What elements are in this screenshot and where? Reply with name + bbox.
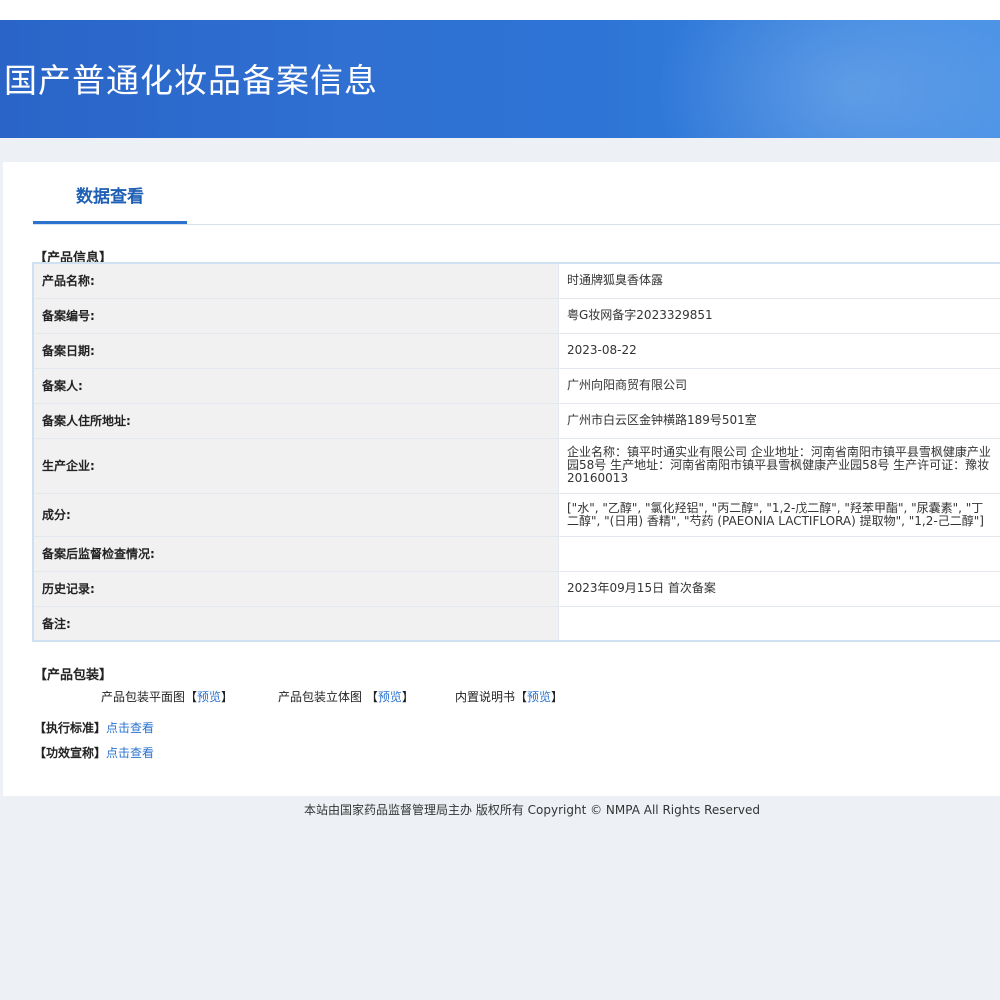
row-value: ["水", "乙醇", "氯化羟铝", "丙二醇", "1,2-戊二醇", "羟…: [567, 501, 984, 528]
row-value: [558, 536, 1000, 572]
row-label: 历史记录:: [33, 571, 559, 607]
packaging-heading: 【产品包装】: [34, 668, 113, 683]
row-label: 备注:: [33, 606, 559, 642]
row-label: 备案人住所地址:: [33, 403, 559, 439]
row-value: 时通牌狐臭香体露: [558, 263, 1000, 299]
preview-link-manual[interactable]: 预览: [527, 690, 551, 704]
table-row: 备注:: [33, 606, 1000, 642]
page-title: 国产普通化妆品备案信息: [4, 61, 378, 100]
efficacy-heading: 【功效宣称】: [34, 746, 107, 760]
packaging-item-flat: 产品包装平面图【预览】: [101, 688, 233, 705]
row-value: [558, 606, 1000, 642]
table-row: 成分: ["水", "乙醇", "氯化羟铝", "丙二醇", "1,2-戊二醇"…: [33, 493, 1000, 537]
top-strip: [0, 0, 1000, 20]
packaging-item-3d: 产品包装立体图 【预览】: [278, 688, 414, 705]
row-label: 备案后监督检查情况:: [33, 536, 559, 572]
row-label: 备案日期:: [33, 333, 559, 369]
bracket-open: 【: [515, 690, 528, 704]
standard-row: 【执行标准】点击查看: [34, 719, 154, 736]
row-label: 备案人:: [33, 368, 559, 404]
preview-link-flat[interactable]: 预览: [197, 690, 221, 704]
footer-copyright: 本站由国家药品监督管理局主办 版权所有 Copyright © NMPA All…: [304, 803, 760, 817]
content-card: 数据查看 【产品信息】 产品名称: 时通牌狐臭香体露 备案编号: 粤G妆网备字2…: [3, 162, 1000, 796]
row-value: 2023-08-22: [558, 333, 1000, 369]
row-value: 广州向阳商贸有限公司: [558, 368, 1000, 404]
row-label: 生产企业:: [33, 438, 559, 494]
table-row: 产品名称: 时通牌狐臭香体露: [33, 263, 1000, 299]
row-label: 成分:: [33, 493, 559, 537]
row-label: 备案编号:: [33, 298, 559, 334]
row-label: 产品名称:: [33, 263, 559, 299]
table-row: 生产企业: 企业名称：镇平时通实业有限公司 企业地址：河南省南阳市镇平县雪枫健康…: [33, 438, 1000, 494]
standard-heading: 【执行标准】: [34, 721, 107, 735]
packaging-item-label: 内置说明书: [455, 690, 516, 704]
tab-data-view[interactable]: 数据查看: [33, 162, 187, 224]
row-value: 2023年09月15日 首次备案: [558, 571, 1000, 607]
bracket-open: 【: [365, 690, 378, 704]
table-row: 备案编号: 粤G妆网备字2023329851: [33, 298, 1000, 334]
preview-link-3d[interactable]: 预览: [378, 690, 402, 704]
product-info-table: 产品名称: 时通牌狐臭香体露 备案编号: 粤G妆网备字2023329851 备案…: [32, 262, 1000, 642]
efficacy-row: 【功效宣称】点击查看: [34, 744, 154, 761]
bracket-open: 【: [185, 690, 198, 704]
bracket-close: 】: [401, 690, 414, 704]
packaging-item-manual: 内置说明书【预览】: [455, 688, 563, 705]
header-banner: 国产普通化妆品备案信息: [0, 20, 1000, 138]
row-value: 企业名称：镇平时通实业有限公司 企业地址：河南省南阳市镇平县雪枫健康产业园58号…: [567, 445, 991, 485]
packaging-item-label: 产品包装平面图: [101, 690, 186, 704]
packaging-item-label: 产品包装立体图: [278, 690, 366, 704]
table-row: 历史记录: 2023年09月15日 首次备案: [33, 571, 1000, 607]
row-value: 广州市白云区金钟横路189号501室: [558, 403, 1000, 439]
bracket-close: 】: [551, 690, 564, 704]
table-row: 备案后监督检查情况:: [33, 536, 1000, 572]
bracket-close: 】: [221, 690, 234, 704]
row-value: 粤G妆网备字2023329851: [558, 298, 1000, 334]
standard-view-link[interactable]: 点击查看: [106, 721, 154, 735]
table-row: 备案日期: 2023-08-22: [33, 333, 1000, 369]
efficacy-view-link[interactable]: 点击查看: [106, 746, 154, 760]
table-row: 备案人: 广州向阳商贸有限公司: [33, 368, 1000, 404]
tab-bar: 数据查看: [33, 162, 1000, 225]
table-row: 备案人住所地址: 广州市白云区金钟横路189号501室: [33, 403, 1000, 439]
